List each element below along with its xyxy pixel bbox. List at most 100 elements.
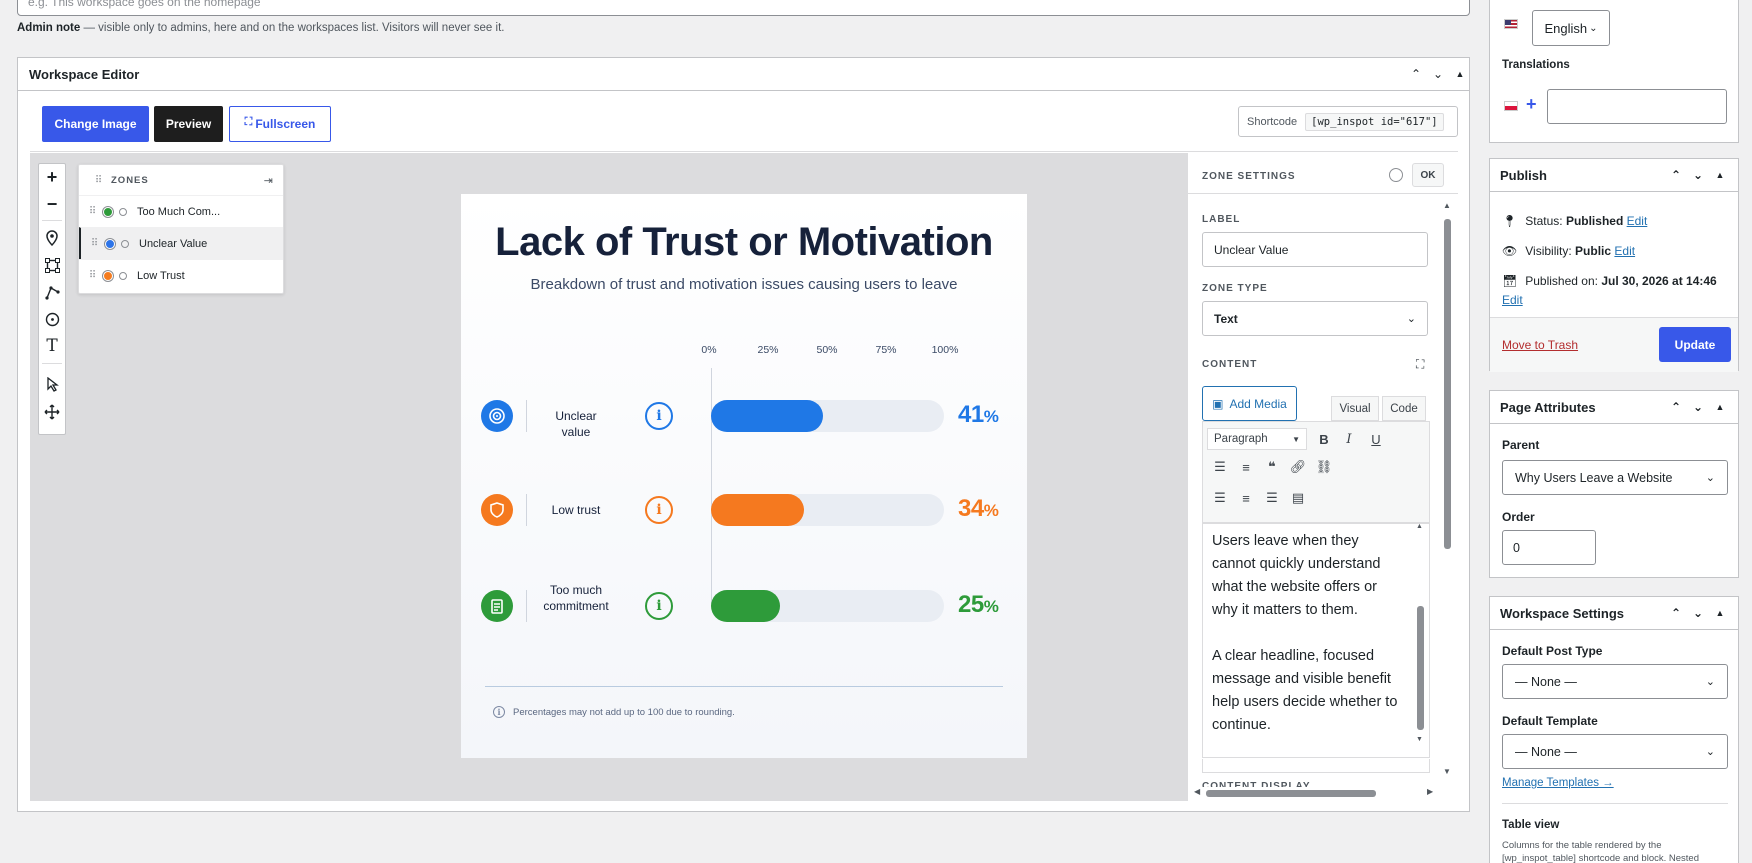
edit-date-link[interactable]: Edit bbox=[1502, 293, 1523, 307]
bold-icon[interactable]: B bbox=[1313, 428, 1335, 450]
table-view-description: Columns for the table rendered by the [w… bbox=[1502, 840, 1699, 863]
image-canvas[interactable]: + − T ⠿ ZONES ⇥ ⠿ Too Much Com... ⠿ Uncl… bbox=[30, 153, 1187, 801]
visibility-toggle-icon[interactable] bbox=[119, 271, 127, 280]
blockquote-icon[interactable]: ❝ bbox=[1261, 456, 1283, 478]
link-icon[interactable]: 🔗︎ bbox=[1287, 456, 1309, 478]
add-media-button[interactable]: ▣ Add Media bbox=[1202, 386, 1297, 421]
collapse-panel-icon[interactable]: ⇥ bbox=[264, 174, 273, 187]
zone-settings-hscrollbar[interactable]: ◀ ▶ bbox=[1194, 787, 1434, 798]
zones-panel-header[interactable]: ⠿ ZONES ⇥ bbox=[79, 165, 283, 195]
collapse-toggle-icon[interactable]: ▲ bbox=[1712, 170, 1728, 180]
move-up-icon[interactable]: ⌃ bbox=[1408, 67, 1424, 81]
default-template-select[interactable]: — None — ⌄ bbox=[1502, 734, 1728, 769]
order-label: Order bbox=[1502, 510, 1535, 524]
align-right-icon[interactable]: ☰ bbox=[1261, 487, 1283, 509]
content-editor-body[interactable]: Users leave when they cannot quickly und… bbox=[1202, 523, 1430, 758]
zone-settings-ok-button[interactable]: OK bbox=[1412, 163, 1444, 187]
axis-tick-label: 50% bbox=[816, 344, 838, 356]
zone-item[interactable]: ⠿ Too Much Com... bbox=[79, 195, 283, 227]
zone-settings-scrollbar[interactable]: ▲ ▼ bbox=[1443, 201, 1452, 780]
toolbar-toggle-icon[interactable]: ▤ bbox=[1287, 487, 1309, 509]
shortcode-value[interactable]: [wp_inspot id="617"] bbox=[1305, 112, 1444, 131]
zone-label-input[interactable]: Unclear Value bbox=[1202, 232, 1428, 267]
workspace-settings-header[interactable]: Workspace Settings ⌃ ⌄ ▲ bbox=[1490, 597, 1738, 630]
zone-item[interactable]: ⠿ Unclear Value bbox=[79, 227, 283, 259]
chart-category-label: Unclear value bbox=[555, 409, 597, 439]
content-scrollbar[interactable]: ▲ ▼ bbox=[1416, 523, 1425, 755]
tab-visual[interactable]: Visual bbox=[1331, 396, 1379, 421]
move-down-icon[interactable]: ⌄ bbox=[1430, 67, 1446, 81]
underline-icon[interactable]: U bbox=[1365, 428, 1387, 450]
update-button[interactable]: Update bbox=[1659, 327, 1731, 362]
language-box: English ⌄ Translations + bbox=[1489, 0, 1739, 143]
info-icon: i bbox=[493, 706, 505, 718]
status-value: Published bbox=[1565, 214, 1624, 228]
palette-icon[interactable] bbox=[1389, 168, 1403, 182]
parent-select[interactable]: Why Users Leave a Website ⌄ bbox=[1502, 460, 1728, 495]
zone-color-dot bbox=[103, 270, 113, 281]
polygon-tool-icon[interactable] bbox=[39, 280, 65, 304]
published-on-row: 📅︎ Published on: Jul 30, 2026 at 14:46 bbox=[1502, 274, 1717, 288]
zone-type-select[interactable]: Text ⌄ bbox=[1202, 301, 1428, 336]
align-left-icon[interactable]: ☰ bbox=[1209, 487, 1231, 509]
move-down-icon[interactable]: ⌄ bbox=[1690, 606, 1706, 620]
move-tool-icon[interactable] bbox=[39, 400, 65, 424]
numbered-list-icon[interactable]: ≡ bbox=[1235, 456, 1257, 478]
shortcode-box: Shortcode [wp_inspot id="617"] bbox=[1238, 106, 1458, 137]
circle-tool-icon[interactable] bbox=[39, 307, 65, 331]
select-tool-icon[interactable] bbox=[39, 372, 65, 396]
text-tool-icon[interactable]: T bbox=[39, 334, 65, 358]
paragraph-format-select[interactable]: Paragraph ▼ bbox=[1207, 428, 1307, 450]
zoom-out-icon[interactable]: − bbox=[39, 192, 65, 216]
visibility-toggle-icon[interactable] bbox=[121, 239, 129, 248]
publish-header[interactable]: Publish ⌃ ⌄ ▲ bbox=[1490, 159, 1738, 192]
admin-note-help: Admin note — visible only to admins, her… bbox=[17, 22, 504, 34]
percent-sign: % bbox=[983, 501, 999, 520]
preview-button[interactable]: Preview bbox=[154, 106, 223, 142]
default-template-value: — None — bbox=[1515, 744, 1577, 759]
workspace-settings-box: Workspace Settings ⌃ ⌄ ▲ Default Post Type… bbox=[1489, 596, 1739, 863]
drag-handle-icon[interactable]: ⠿ bbox=[85, 206, 99, 217]
language-select[interactable]: English ⌄ bbox=[1532, 10, 1610, 46]
edit-visibility-link[interactable]: Edit bbox=[1614, 244, 1635, 258]
zoom-in-icon[interactable]: + bbox=[39, 165, 65, 189]
visibility-toggle-icon[interactable] bbox=[119, 207, 127, 216]
collapse-toggle-icon[interactable]: ▲ bbox=[1452, 69, 1468, 79]
pin-tool-icon[interactable] bbox=[39, 226, 65, 250]
expand-editor-icon[interactable]: ⛶ bbox=[1416, 357, 1424, 372]
align-center-icon[interactable]: ≡ bbox=[1235, 487, 1257, 509]
move-down-icon[interactable]: ⌄ bbox=[1690, 400, 1706, 414]
visibility-row: 👁︎ Visibility: Public Edit bbox=[1502, 244, 1635, 258]
order-input[interactable]: 0 bbox=[1502, 530, 1596, 565]
default-post-type-select[interactable]: — None — ⌄ bbox=[1502, 664, 1728, 699]
editor-resize-bar[interactable] bbox=[1202, 759, 1430, 773]
workspace-note-input[interactable]: e.g. This workspace goes on the homepage bbox=[17, 0, 1470, 16]
translation-input[interactable] bbox=[1547, 89, 1727, 124]
collapse-toggle-icon[interactable]: ▲ bbox=[1712, 402, 1728, 412]
move-up-icon[interactable]: ⌃ bbox=[1668, 606, 1684, 620]
zones-panel: ⠿ ZONES ⇥ ⠿ Too Much Com... ⠿ Unclear Value ⠿… bbox=[78, 164, 284, 294]
drag-handle-icon[interactable]: ⠿ bbox=[85, 270, 99, 281]
bar-value-label: 25% bbox=[958, 591, 999, 619]
move-up-icon[interactable]: ⌃ bbox=[1668, 400, 1684, 414]
move-up-icon[interactable]: ⌃ bbox=[1668, 168, 1684, 182]
edit-status-link[interactable]: Edit bbox=[1627, 214, 1648, 228]
rectangle-tool-icon[interactable] bbox=[39, 253, 65, 277]
page-attributes-header[interactable]: Page Attributes ⌃ ⌄ ▲ bbox=[1490, 391, 1738, 424]
drag-handle-icon[interactable]: ⠿ bbox=[91, 175, 105, 186]
bullet-list-icon[interactable]: ☰ bbox=[1209, 456, 1231, 478]
fullscreen-button[interactable]: ⛶ Fullscreen bbox=[229, 106, 331, 142]
move-to-trash-link[interactable]: Move to Trash bbox=[1502, 338, 1578, 352]
bar-value-number: 41 bbox=[958, 401, 984, 428]
tab-code[interactable]: Code bbox=[1382, 396, 1426, 421]
editor-formatting-toolbar: Paragraph ▼ B I U ☰ ≡ ❝ 🔗︎ ⛓︎ ☰ ≡ ☰ ▤ bbox=[1202, 421, 1430, 523]
move-down-icon[interactable]: ⌄ bbox=[1690, 168, 1706, 182]
zone-item[interactable]: ⠿ Low Trust bbox=[79, 259, 283, 291]
italic-icon[interactable]: I bbox=[1338, 428, 1360, 450]
collapse-toggle-icon[interactable]: ▲ bbox=[1712, 608, 1728, 618]
add-translation-icon[interactable]: + bbox=[1526, 94, 1537, 115]
change-image-button[interactable]: Change Image bbox=[42, 106, 149, 142]
unlink-icon[interactable]: ⛓︎ bbox=[1313, 456, 1335, 478]
drag-handle-icon[interactable]: ⠿ bbox=[87, 238, 101, 249]
manage-templates-link[interactable]: Manage Templates → bbox=[1502, 777, 1614, 789]
